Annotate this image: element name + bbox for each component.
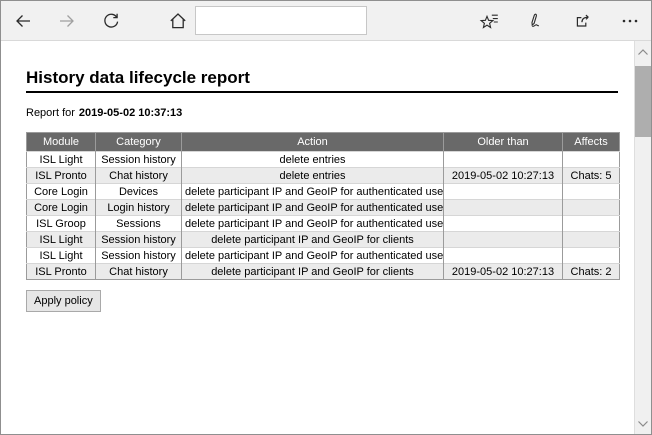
table-cell: Devices xyxy=(96,184,182,200)
table-cell: ISL Light xyxy=(27,232,96,248)
forward-arrow-icon xyxy=(57,11,77,31)
table-cell: Login history xyxy=(96,200,182,216)
table-cell: Session history xyxy=(96,152,182,168)
table-cell: Session history xyxy=(96,232,182,248)
star-list-icon xyxy=(479,11,499,31)
table-cell: Core Login xyxy=(27,200,96,216)
favorites-hub-button[interactable] xyxy=(478,8,500,34)
page-content: History data lifecycle report Report for… xyxy=(1,68,651,312)
browser-toolbar xyxy=(1,1,651,41)
table-cell: Chats: 2 xyxy=(563,264,620,280)
pen-icon xyxy=(526,11,546,31)
back-arrow-icon xyxy=(13,11,33,31)
apply-policy-button[interactable]: Apply policy xyxy=(26,290,101,312)
page-title: History data lifecycle report xyxy=(26,68,618,93)
table-cell: ISL Pronto xyxy=(27,168,96,184)
table-cell xyxy=(444,152,563,168)
refresh-button[interactable] xyxy=(100,8,122,34)
table-body: ISL LightSession historydelete entriesIS… xyxy=(27,152,620,280)
table-cell: Session history xyxy=(96,248,182,264)
browser-window: History data lifecycle report Report for… xyxy=(0,0,652,435)
toolbar-right-group xyxy=(478,8,641,34)
report-prefix: Report for xyxy=(26,107,75,119)
table-cell: delete participant IP and GeoIP for auth… xyxy=(182,200,444,216)
table-cell: delete participant IP and GeoIP for clie… xyxy=(182,232,444,248)
back-button[interactable] xyxy=(12,8,34,34)
table-cell xyxy=(563,200,620,216)
table-cell: ISL Pronto xyxy=(27,264,96,280)
table-cell xyxy=(563,152,620,168)
table-cell: delete participant IP and GeoIP for clie… xyxy=(182,264,444,280)
table-row: ISL GroopSessionsdelete participant IP a… xyxy=(27,216,620,232)
table-cell: Sessions xyxy=(96,216,182,232)
table-row: ISL ProntoChat historydelete entries2019… xyxy=(27,168,620,184)
vertical-scrollbar[interactable] xyxy=(634,41,651,434)
report-timestamp: 2019-05-02 10:37:13 xyxy=(79,107,182,119)
table-cell: Chat history xyxy=(96,168,182,184)
table-cell: 2019-05-02 10:27:13 xyxy=(444,168,563,184)
table-row: ISL LightSession historydelete entries xyxy=(27,152,620,168)
table-row: ISL ProntoChat historydelete participant… xyxy=(27,264,620,280)
address-bar[interactable] xyxy=(195,6,367,35)
table-row: Core LoginLogin historydelete participan… xyxy=(27,200,620,216)
column-header: Category xyxy=(96,133,182,152)
web-note-button[interactable] xyxy=(525,8,547,34)
column-header: Action xyxy=(182,133,444,152)
table-cell xyxy=(444,184,563,200)
home-button[interactable] xyxy=(167,8,189,34)
table-cell: delete entries xyxy=(182,152,444,168)
table-cell xyxy=(563,232,620,248)
table-cell: delete entries xyxy=(182,168,444,184)
column-header: Affects xyxy=(563,133,620,152)
chevron-up-icon xyxy=(637,43,649,61)
more-button[interactable] xyxy=(619,8,641,34)
table-cell xyxy=(444,248,563,264)
share-button[interactable] xyxy=(572,8,594,34)
table-cell: delete participant IP and GeoIP for auth… xyxy=(182,184,444,200)
scrollbar-up-arrow[interactable] xyxy=(635,43,651,60)
table-cell: Chats: 5 xyxy=(563,168,620,184)
table-row: Core LoginDevicesdelete participant IP a… xyxy=(27,184,620,200)
ellipsis-icon xyxy=(620,11,640,31)
table-cell: delete participant IP and GeoIP for auth… xyxy=(182,248,444,264)
table-cell xyxy=(444,216,563,232)
column-header: Module xyxy=(27,133,96,152)
table-cell xyxy=(444,232,563,248)
table-cell: delete participant IP and GeoIP for auth… xyxy=(182,216,444,232)
table-row: ISL LightSession historydelete participa… xyxy=(27,232,620,248)
table-cell: Chat history xyxy=(96,264,182,280)
table-cell xyxy=(563,248,620,264)
share-icon xyxy=(573,11,593,31)
forward-button[interactable] xyxy=(56,8,78,34)
table-cell xyxy=(444,200,563,216)
scrollbar-down-arrow[interactable] xyxy=(635,415,651,432)
table-cell: ISL Light xyxy=(27,248,96,264)
column-header: Older than xyxy=(444,133,563,152)
refresh-icon xyxy=(101,11,121,31)
home-icon xyxy=(168,11,188,31)
report-line: Report for 2019-05-02 10:37:13 xyxy=(26,107,634,119)
table-cell xyxy=(563,216,620,232)
table-cell: ISL Groop xyxy=(27,216,96,232)
table-header-row: ModuleCategoryActionOlder thanAffects xyxy=(27,133,620,152)
table-cell: Core Login xyxy=(27,184,96,200)
table-row: ISL LightSession historydelete participa… xyxy=(27,248,620,264)
table-cell: ISL Light xyxy=(27,152,96,168)
scrollbar-thumb[interactable] xyxy=(635,66,651,137)
table-cell: 2019-05-02 10:27:13 xyxy=(444,264,563,280)
table-cell xyxy=(563,184,620,200)
report-table: ModuleCategoryActionOlder thanAffects IS… xyxy=(26,132,620,280)
chevron-down-icon xyxy=(637,415,649,433)
